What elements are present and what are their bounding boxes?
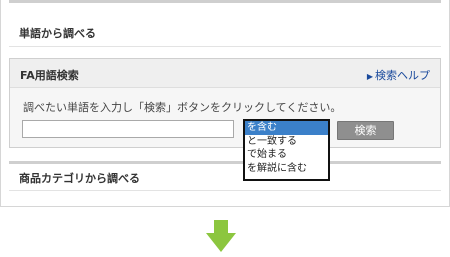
middle-divider [9, 161, 441, 164]
panel-title: FA用語検索 [20, 69, 79, 82]
section-divider [9, 46, 441, 47]
search-panel-frame: 単語から調べる FA用語検索 ▶ 検索ヘルプ 調べたい単語を入力し「検索」ボタンを… [0, 0, 450, 207]
top-divider [9, 0, 441, 3]
search-button[interactable]: 検索 [337, 121, 394, 140]
dropdown-option-in-description[interactable]: を解説に含む [245, 162, 328, 176]
category-search-heading: 商品カテゴリから調べる [19, 172, 140, 185]
search-help-label: 検索ヘルプ [375, 69, 430, 82]
dropdown-option-exact[interactable]: と一致する [245, 135, 328, 149]
instruction-text: 調べたい単語を入力し「検索」ボタンをクリックしてください。 [23, 101, 342, 114]
dropdown-option-starts-with[interactable]: で始まる [245, 148, 328, 162]
down-arrow-icon [206, 220, 236, 252]
keyword-input[interactable] [22, 120, 234, 138]
section-divider [9, 190, 441, 191]
dropdown-option-contains[interactable]: を含む [245, 121, 328, 135]
search-help-link[interactable]: ▶ 検索ヘルプ [367, 67, 430, 83]
panel-header: FA用語検索 ▶ 検索ヘルプ [10, 59, 440, 88]
word-search-heading: 単語から調べる [19, 27, 96, 40]
triangle-right-icon: ▶ [366, 72, 373, 81]
match-type-dropdown[interactable]: を含む と一致する で始まる を解説に含む [243, 119, 330, 181]
